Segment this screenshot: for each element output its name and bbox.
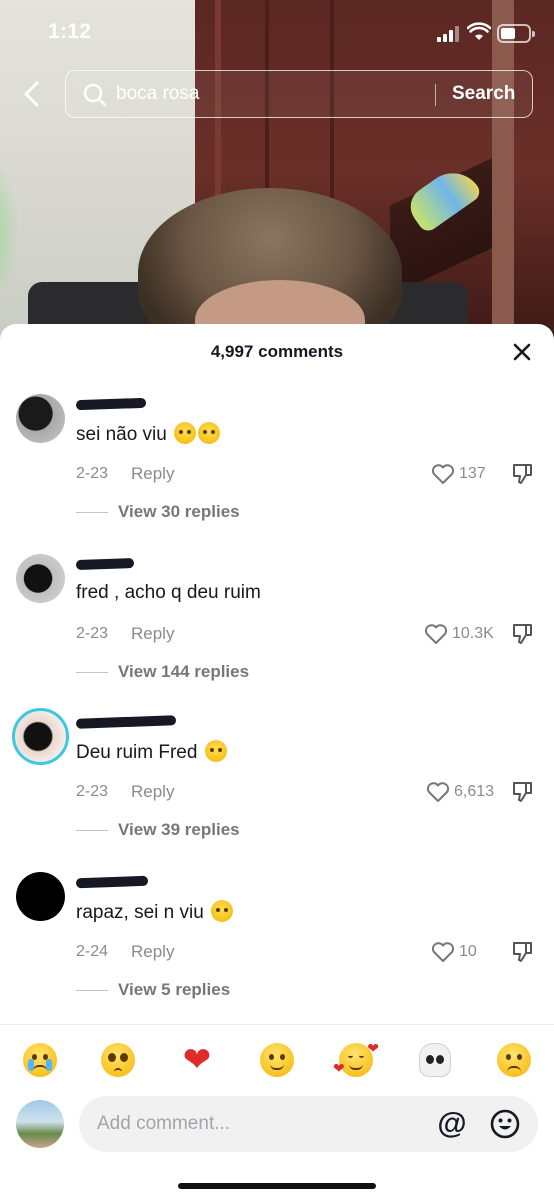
view-replies-label: View 30 replies	[118, 502, 240, 521]
comment-input-row: @	[0, 1094, 554, 1158]
search-divider	[435, 84, 436, 106]
cellular-signal-icon	[437, 26, 459, 42]
comment-date: 2-23	[76, 783, 109, 800]
comment-text: fred , acho q deu ruim	[76, 582, 261, 603]
slightly-smiling-emoji-icon[interactable]	[258, 1041, 296, 1079]
replies-divider-line	[76, 989, 108, 991]
thumbs-down-icon[interactable]	[511, 622, 533, 646]
pleading-emoji-icon[interactable]	[99, 1041, 137, 1079]
thumbs-down-icon[interactable]	[511, 780, 533, 804]
heart-outline-icon	[424, 624, 448, 644]
avatar[interactable]	[16, 394, 65, 443]
reply-button[interactable]: Reply	[131, 464, 174, 484]
wifi-icon	[467, 22, 491, 40]
reply-button[interactable]: Reply	[131, 942, 174, 962]
comment-date: 2-24	[76, 943, 109, 960]
laughing-tears-emoji-icon	[211, 900, 234, 922]
current-user-avatar	[16, 1100, 64, 1148]
like-button[interactable]: 10.3K	[424, 621, 494, 647]
comment-meta: 2-23 Reply	[76, 782, 174, 801]
comment-date: 2-23	[76, 465, 109, 482]
reply-button[interactable]: Reply	[131, 782, 174, 802]
like-button[interactable]: 10	[431, 939, 477, 965]
skull-emoji-icon[interactable]	[416, 1041, 454, 1079]
comment-text: rapaz, sei n viu	[76, 900, 234, 924]
comments-count-title: 4,997 comments	[210, 342, 344, 361]
comment-field[interactable]: @	[79, 1096, 538, 1152]
chevron-left-icon	[24, 81, 39, 107]
like-button[interactable]: 137	[431, 461, 486, 487]
comment-item: rapaz, sei n viu 2-24 Reply 10 View 5 re…	[0, 872, 554, 1022]
laughing-tears-emoji-icon	[204, 740, 227, 762]
view-replies-label: View 39 replies	[118, 820, 240, 839]
comment-text: Deu ruim Fred	[76, 740, 227, 764]
replies-divider-line	[76, 671, 108, 673]
loudly-crying-emoji-icon[interactable]	[21, 1041, 59, 1079]
battery-icon	[497, 24, 535, 43]
status-bar: 1:12	[0, 0, 554, 66]
emoji-quick-bar: ❤ ❤ ❤	[0, 1024, 554, 1094]
like-count: 10.3K	[452, 625, 494, 642]
comment-item: fred , acho q deu ruim 2-23 Reply 10.3K …	[0, 554, 554, 704]
username-redacted	[75, 556, 156, 571]
heart-outline-icon	[431, 464, 455, 484]
reply-button[interactable]: Reply	[131, 624, 174, 644]
red-heart-emoji-icon[interactable]: ❤	[178, 1041, 216, 1079]
username-redacted	[75, 874, 156, 889]
view-replies-button[interactable]: View 5 replies	[76, 980, 230, 1000]
avatar-with-story-ring[interactable]	[12, 708, 69, 765]
thumbs-down-icon[interactable]	[511, 462, 533, 486]
comment-item: sei não viu 2-23 Reply 137 View 30 repli…	[0, 394, 554, 544]
comment-text: sei não viu	[76, 422, 221, 446]
like-count: 137	[459, 465, 486, 482]
comment-meta: 2-23 Reply	[76, 464, 174, 483]
thumbs-down-icon[interactable]	[511, 940, 533, 964]
username-redacted	[75, 714, 177, 729]
back-button[interactable]	[16, 76, 46, 112]
heart-outline-icon	[426, 782, 450, 802]
like-button[interactable]: 6,613	[426, 779, 494, 805]
emoji-picker-icon[interactable]	[489, 1108, 521, 1140]
avatar[interactable]	[16, 872, 65, 921]
comment-date: 2-23	[76, 625, 109, 642]
light-glow	[0, 150, 20, 310]
replies-divider-line	[76, 829, 108, 831]
search-query[interactable]: boca rosa	[116, 83, 199, 105]
view-replies-button[interactable]: View 30 replies	[76, 502, 240, 522]
comment-item: Deu ruim Fred 2-23 Reply 6,613 View 39 r…	[0, 708, 554, 862]
like-count: 6,613	[454, 783, 495, 800]
replies-divider-line	[76, 511, 108, 513]
search-button[interactable]: Search	[452, 83, 515, 105]
mention-button[interactable]: @	[435, 1106, 469, 1142]
home-indicator	[178, 1183, 376, 1189]
view-replies-label: View 5 replies	[118, 980, 231, 999]
comment-input[interactable]	[97, 1096, 427, 1152]
search-icon	[83, 83, 107, 107]
comment-meta: 2-24 Reply	[76, 942, 174, 961]
smiling-with-hearts-emoji-icon[interactable]: ❤ ❤	[333, 1041, 379, 1079]
view-replies-label: View 144 replies	[118, 662, 250, 681]
frowning-emoji-icon[interactable]	[495, 1041, 533, 1079]
view-replies-button[interactable]: View 39 replies	[76, 820, 240, 840]
close-icon[interactable]	[510, 340, 534, 364]
comment-meta: 2-23 Reply	[76, 624, 174, 643]
search-bar[interactable]: boca rosa Search	[65, 70, 533, 118]
view-replies-button[interactable]: View 144 replies	[76, 662, 249, 682]
heart-outline-icon	[431, 942, 455, 962]
raised-eyebrow-emoji-icon	[198, 422, 221, 444]
like-count: 10	[459, 943, 477, 960]
status-time: 1:12	[48, 20, 92, 43]
avatar[interactable]	[16, 554, 65, 603]
username-redacted	[75, 396, 156, 411]
raised-eyebrow-emoji-icon	[174, 422, 197, 444]
